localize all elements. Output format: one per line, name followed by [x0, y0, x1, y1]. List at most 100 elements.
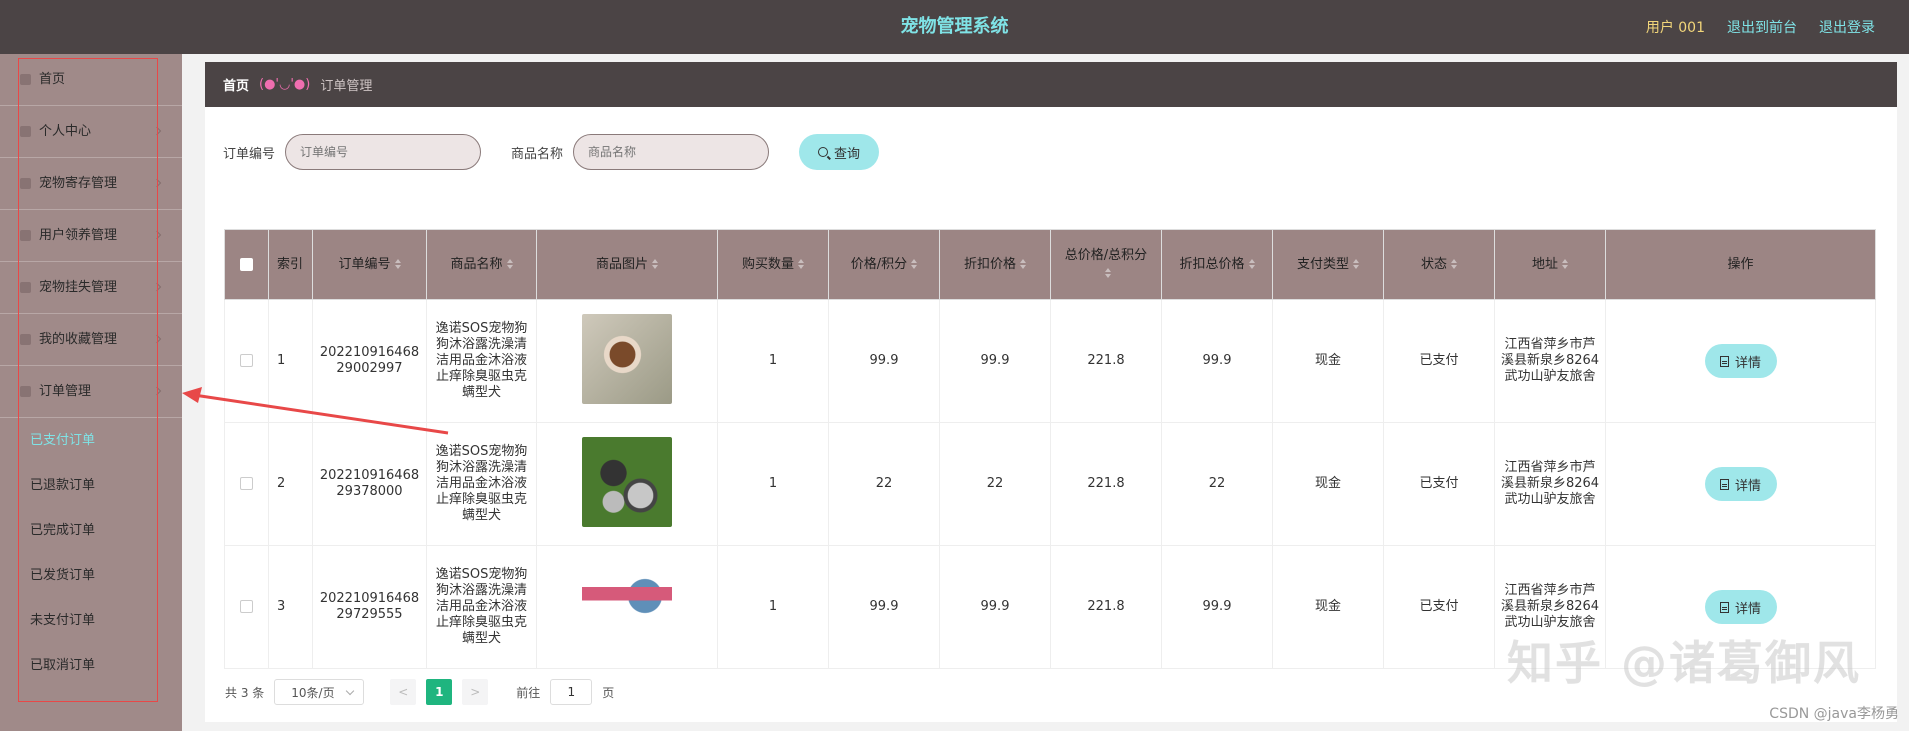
- sidebar: 首页 个人中心 宠物寄存管理 用户领养管理 宠物挂失管理 我的收藏管理 订单管理…: [0, 54, 182, 731]
- sort-icon[interactable]: [1105, 268, 1111, 278]
- sidebar-sub-shipped[interactable]: 已发货订单: [0, 553, 182, 598]
- search-button[interactable]: 查询: [799, 134, 880, 170]
- col-price[interactable]: 价格/积分: [828, 229, 940, 300]
- sort-icon[interactable]: [652, 259, 658, 269]
- col-action: 操作: [1605, 229, 1876, 300]
- cell-discount-total: 99.9: [1161, 545, 1273, 669]
- chevron-icon: [152, 386, 162, 396]
- document-icon: [1719, 355, 1729, 367]
- col-order-no[interactable]: 订单编号: [312, 229, 427, 300]
- goto-label: 前往: [516, 685, 541, 700]
- page-size-select[interactable]: 10条/页: [274, 679, 365, 705]
- select-all-cell[interactable]: [224, 229, 269, 300]
- detail-button[interactable]: 详情: [1704, 590, 1777, 624]
- csdn-credit: CSDN @java李杨勇: [1769, 706, 1899, 722]
- sidebar-sub-unpaid[interactable]: 未支付订单: [0, 598, 182, 643]
- sort-icon[interactable]: [1451, 259, 1457, 269]
- prev-page-button[interactable]: <: [390, 679, 417, 705]
- logout-link[interactable]: 退出登录: [1819, 17, 1875, 37]
- cell-status: 已支付: [1383, 299, 1495, 423]
- order-no-label: 订单编号: [223, 146, 276, 162]
- user-icon: [20, 126, 31, 137]
- sidebar-item-home[interactable]: 首页: [0, 54, 182, 106]
- row-checkbox[interactable]: [240, 600, 253, 613]
- document-icon: [1719, 601, 1729, 613]
- breadcrumb-home[interactable]: 首页: [223, 75, 249, 94]
- product-image-bed[interactable]: [582, 559, 672, 650]
- cell-action: 详情: [1605, 299, 1876, 423]
- cell-image: [536, 299, 718, 423]
- breadcrumb: 首页 (●'◡'●) 订单管理: [205, 62, 1897, 107]
- sort-icon[interactable]: [1248, 259, 1255, 269]
- main-content: 首页 (●'◡'●) 订单管理 订单编号 商品名称 查询 索引 订单编号 商品名…: [205, 62, 1897, 722]
- row-checkbox[interactable]: [240, 477, 253, 490]
- col-discount-total[interactable]: 折扣总价格: [1161, 229, 1273, 300]
- sidebar-item-boarding[interactable]: 宠物寄存管理: [0, 158, 182, 210]
- detail-button[interactable]: 详情: [1704, 467, 1777, 501]
- sidebar-item-adoption[interactable]: 用户领养管理: [0, 210, 182, 262]
- alert-icon: [20, 282, 31, 293]
- cell-product: 逸诺SOS宠物狗狗沐浴露洗澡清洁用品金沐浴液止痒除臭驱虫克螨型犬: [426, 422, 537, 546]
- page-1-button[interactable]: 1: [426, 679, 453, 705]
- chevron-icon: [152, 230, 162, 240]
- next-page-button[interactable]: >: [462, 679, 489, 705]
- sort-icon[interactable]: [1562, 259, 1568, 269]
- sidebar-item-profile[interactable]: 个人中心: [0, 106, 182, 158]
- select-all-checkbox[interactable]: [240, 257, 253, 271]
- watermark-text: 知乎 @诸葛御风: [1506, 636, 1861, 690]
- breadcrumb-emoticon: (●'◡'●): [259, 77, 311, 92]
- sidebar-item-favorites[interactable]: 我的收藏管理: [0, 314, 182, 366]
- sidebar-sub-cancelled[interactable]: 已取消订单: [0, 643, 182, 688]
- sort-icon[interactable]: [1353, 259, 1359, 269]
- product-image-dog[interactable]: [582, 313, 672, 404]
- chevron-icon: [152, 178, 162, 188]
- col-pay-type[interactable]: 支付类型: [1272, 229, 1384, 300]
- product-name-input[interactable]: [573, 134, 770, 170]
- col-address[interactable]: 地址: [1494, 229, 1606, 300]
- arrow-head: [182, 387, 202, 403]
- col-total[interactable]: 总价格/总积分: [1050, 229, 1162, 300]
- row-checkbox[interactable]: [240, 354, 253, 367]
- breadcrumb-current: 订单管理: [320, 79, 373, 94]
- sidebar-sub-paid[interactable]: 已支付订单: [0, 418, 182, 463]
- detail-button[interactable]: 详情: [1704, 344, 1777, 378]
- star-icon: [20, 334, 31, 345]
- sidebar-item-orders[interactable]: 订单管理: [0, 366, 182, 418]
- sort-icon[interactable]: [1020, 259, 1026, 269]
- col-qty[interactable]: 购买数量: [717, 229, 829, 300]
- goto-page-input[interactable]: [550, 679, 593, 705]
- sort-icon[interactable]: [394, 259, 401, 269]
- cell-status: 已支付: [1383, 422, 1495, 546]
- order-no-input[interactable]: [285, 134, 482, 170]
- product-image-toy[interactable]: [582, 436, 672, 527]
- cell-qty: 1: [717, 545, 829, 669]
- cell-product: 逸诺SOS宠物狗狗沐浴露洗澡清洁用品金沐浴液止痒除臭驱虫克螨型犬: [426, 545, 537, 669]
- cell-order-no: 20221091646829729555: [312, 545, 427, 669]
- cell-index: 1: [268, 299, 313, 423]
- col-product[interactable]: 商品名称: [426, 229, 537, 300]
- cell-total: 221.8: [1050, 299, 1162, 423]
- sidebar-sub-completed[interactable]: 已完成订单: [0, 508, 182, 553]
- cell-pay-type: 现金: [1272, 299, 1384, 423]
- search-bar: 订单编号 商品名称 查询: [223, 134, 880, 170]
- table-row: 2 20221091646829378000 逸诺SOS宠物狗狗沐浴露洗澡清洁用…: [224, 422, 1876, 546]
- cell-total: 221.8: [1050, 422, 1162, 546]
- cell-pay-type: 现金: [1272, 422, 1384, 546]
- sort-icon[interactable]: [506, 259, 513, 269]
- sort-icon[interactable]: [798, 259, 804, 269]
- current-user: 用户 001: [1645, 20, 1705, 36]
- sidebar-item-lost[interactable]: 宠物挂失管理: [0, 262, 182, 314]
- col-status[interactable]: 状态: [1383, 229, 1495, 300]
- col-discount[interactable]: 折扣价格: [939, 229, 1051, 300]
- cell-index: 3: [268, 545, 313, 669]
- order-icon: [20, 386, 31, 397]
- table-row: 1 20221091646829002997 逸诺SOS宠物狗狗沐浴露洗澡清洁用…: [224, 299, 1876, 423]
- cell-qty: 1: [717, 299, 829, 423]
- col-image[interactable]: 商品图片: [536, 229, 718, 300]
- table-header-row: 索引 订单编号 商品名称 商品图片 购买数量 价格/积分 折扣价格 总价格/总积…: [224, 229, 1876, 300]
- back-to-front-link[interactable]: 退出到前台: [1727, 17, 1797, 37]
- sidebar-sub-refunded[interactable]: 已退款订单: [0, 463, 182, 508]
- col-index: 索引: [268, 229, 313, 300]
- sort-icon[interactable]: [911, 259, 918, 269]
- cell-discount: 99.9: [939, 299, 1051, 423]
